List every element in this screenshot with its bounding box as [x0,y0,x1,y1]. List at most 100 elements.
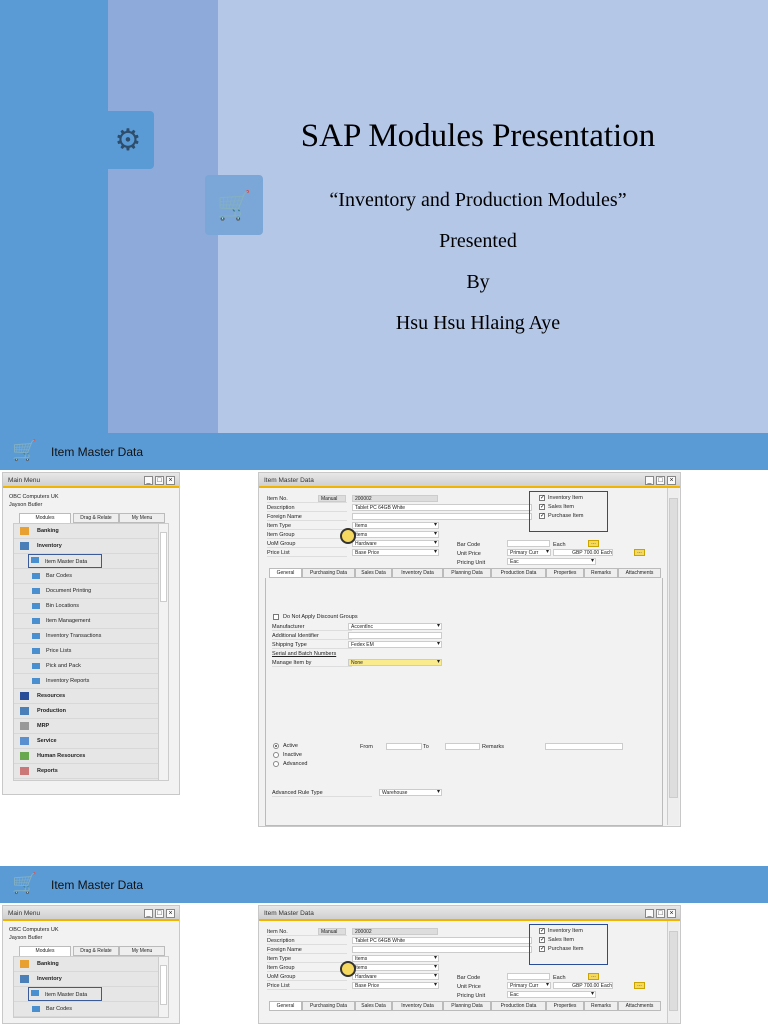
tab-drag-relate[interactable]: Drag & Relate [73,946,119,956]
manage-item-by-select[interactable]: None [348,659,442,666]
item-group-select[interactable]: Items [352,531,439,538]
price-list-select[interactable]: Base Price [352,549,439,556]
module-mrp[interactable]: MRP [14,719,168,734]
item-group-select[interactable]: Items [352,964,439,971]
tab-remarks[interactable]: Remarks [584,568,618,578]
module-service[interactable]: Service [14,734,168,749]
main-menu-titlebar[interactable]: Main Menu _ □ × [3,906,179,921]
status-active-radio[interactable]: Active [273,743,298,749]
module-resources[interactable]: Resources [14,689,168,704]
main-menu-titlebar[interactable]: Main Menu _ □ × [3,473,179,488]
uom-group-select[interactable]: Hardware [352,973,439,980]
module-human-resources[interactable]: Human Resources [14,749,168,764]
maximize-button[interactable]: □ [656,909,665,918]
minimize-button[interactable]: _ [144,476,153,485]
tab-production-data[interactable]: Production Data [491,568,546,578]
minimize-button[interactable]: _ [645,476,654,485]
pricing-unit-select[interactable]: Eac [507,558,596,565]
tab-drag-relate[interactable]: Drag & Relate [73,513,119,523]
unit-price-field[interactable]: GBP 700.00 Each [553,549,613,556]
to-date-field[interactable] [445,743,480,750]
bar-code-field[interactable] [507,973,550,980]
advanced-rule-type-select[interactable]: Warehouse [379,789,442,796]
inventory-item-checkbox[interactable]: ✓ Inventory Item [539,928,583,934]
close-button[interactable]: × [667,909,676,918]
price-list-select[interactable]: Base Price [352,982,439,989]
pricing-unit-select[interactable]: Eac [507,991,596,998]
scroll-thumb[interactable] [160,532,167,602]
from-date-field[interactable] [386,743,422,750]
description-field[interactable]: Tablet PC 64GB White [352,937,532,944]
module-banking[interactable]: Banking [14,957,168,972]
unit-price-browse-button[interactable]: … [634,982,645,989]
menu-item-item-management[interactable]: Item Management [14,614,168,629]
minimize-button[interactable]: _ [645,909,654,918]
serial-batch-link[interactable]: Serial and Batch Numbers [272,651,336,657]
discount-groups-checkbox[interactable]: Do Not Apply Discount Groups [273,614,358,620]
tab-modules[interactable]: Modules [19,513,71,523]
module-banking[interactable]: Banking [14,524,168,539]
maximize-button[interactable]: □ [656,476,665,485]
menu-item-inventory-transactions[interactable]: Inventory Transactions [14,629,168,644]
tab-purchasing-data[interactable]: Purchasing Data [302,568,355,578]
menu-scrollbar[interactable] [158,957,168,1017]
form-scrollbar[interactable] [667,921,679,1023]
tab-properties[interactable]: Properties [546,568,584,578]
menu-item-document-printing[interactable]: Document Printing [14,584,168,599]
uom-group-select[interactable]: Hardware [352,540,439,547]
status-inactive-radio[interactable]: Inactive [273,752,302,758]
tab-sales-data[interactable]: Sales Data [355,1001,392,1011]
tab-attachments[interactable]: Attachments [618,568,661,578]
sales-item-checkbox[interactable]: ✓ Sales Item [539,504,574,510]
tab-inventory-data[interactable]: Inventory Data [392,568,443,578]
menu-item-price-lists[interactable]: Price Lists [14,644,168,659]
module-inventory[interactable]: Inventory [14,539,168,554]
tab-my-menu[interactable]: My Menu [119,946,165,956]
close-button[interactable]: × [166,909,175,918]
tab-modules[interactable]: Modules [19,946,71,956]
module-inventory[interactable]: Inventory [14,972,168,987]
menu-item-bar-codes[interactable]: Bar Codes [14,569,168,584]
series-field[interactable]: Manual [318,495,346,502]
menu-item-master-data[interactable]: Item Master Data [14,987,168,1002]
sales-item-checkbox[interactable]: ✓ Sales Item [539,937,574,943]
menu-scrollbar[interactable] [158,524,168,780]
purchase-item-checkbox[interactable]: ✓ Purchase Item [539,513,583,519]
status-advanced-radio[interactable]: Advanced [273,761,307,767]
tab-planning-data[interactable]: Planning Data [443,1001,491,1011]
tab-general[interactable]: General [269,568,302,578]
tab-inventory-data[interactable]: Inventory Data [392,1001,443,1011]
scroll-thumb[interactable] [669,931,678,1011]
tab-attachments[interactable]: Attachments [618,1001,661,1011]
item-type-select[interactable]: Items [352,955,439,962]
maximize-button[interactable]: □ [155,476,164,485]
foreign-name-field[interactable] [352,513,532,520]
remarks-field[interactable] [545,743,623,750]
module-reports[interactable]: Reports [14,764,168,779]
unit-price-browse-button[interactable]: … [634,549,645,556]
minimize-button[interactable]: _ [144,909,153,918]
tab-remarks[interactable]: Remarks [584,1001,618,1011]
item-no-field[interactable]: 200002 [352,495,438,502]
unit-price-field[interactable]: GBP 700.00 Each [553,982,613,989]
tab-my-menu[interactable]: My Menu [119,513,165,523]
item-master-titlebar[interactable]: Item Master Data _ □ × [259,473,680,488]
shipping-type-select[interactable]: Fedex EM [348,641,442,648]
menu-item-bar-codes[interactable]: Bar Codes [14,1002,168,1017]
additional-identifier-field[interactable] [348,632,442,639]
scroll-thumb[interactable] [160,965,167,1005]
inventory-item-checkbox[interactable]: ✓ Inventory Item [539,495,583,501]
foreign-name-field[interactable] [352,946,532,953]
close-button[interactable]: × [667,476,676,485]
item-type-select[interactable]: Items [352,522,439,529]
purchase-item-checkbox[interactable]: ✓ Purchase Item [539,946,583,952]
form-scrollbar[interactable] [667,488,679,825]
tab-planning-data[interactable]: Planning Data [443,568,491,578]
menu-item-master-data[interactable]: Item Master Data [14,554,168,569]
tab-production-data[interactable]: Production Data [491,1001,546,1011]
manufacturer-select[interactable]: AccentInc [348,623,442,630]
price-currency-select[interactable]: Primary Curr [507,549,551,556]
maximize-button[interactable]: □ [155,909,164,918]
item-no-field[interactable]: 200002 [352,928,438,935]
series-field[interactable]: Manual [318,928,346,935]
